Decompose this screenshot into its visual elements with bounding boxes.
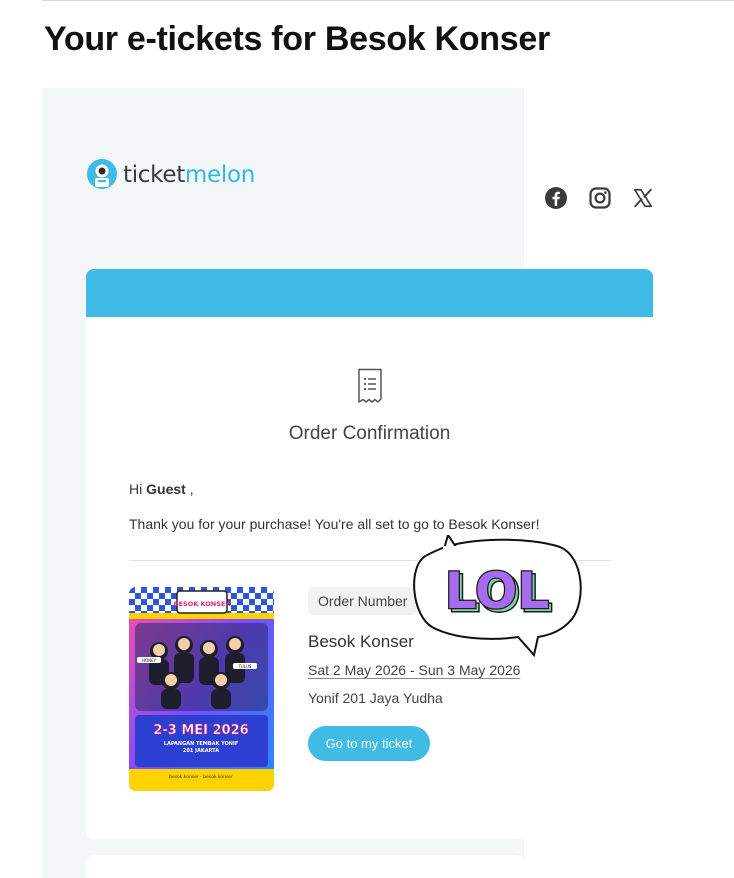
brand-name-part1: ticket [123, 162, 185, 188]
thank-you-message: Thank you for your purchase! You're all … [129, 516, 540, 532]
go-to-ticket-button[interactable]: Go to my ticket [308, 726, 430, 761]
facebook-link[interactable] [543, 185, 569, 211]
poster-venue-line1: LAPANGAN TEMBAK YONIF [164, 741, 238, 747]
greeting-text: Hi Guest , [129, 481, 194, 497]
x-link[interactable] [630, 185, 656, 211]
poster-title: BESOK KONSER [174, 600, 231, 608]
card-header-bar [86, 269, 653, 317]
email-subject-heading: Your e-tickets for Besok Konser [44, 20, 550, 58]
lol-sticker-face: LOL [445, 562, 549, 620]
guest-name: Guest [146, 481, 186, 497]
ticketmelon-logo-icon [87, 159, 117, 189]
event-venue: Yonif 201 Jaya Yudha [308, 690, 443, 706]
lol-speech-bubble-sticker: LOL LOL [413, 535, 582, 658]
event-poster-image[interactable]: BESOK KONSER HONEY TULUS 2-3 MEI 2026 LA… [129, 587, 274, 791]
facebook-icon [545, 187, 567, 209]
greeting-prefix: Hi [129, 481, 147, 497]
poster-footer: besok.konser · besok.konser [169, 774, 233, 780]
brand-name-part2: melon [184, 162, 256, 188]
poster-venue-line2: 201 JAKARTA [183, 748, 219, 754]
poster-dates: 2-3 MEI 2026 [153, 723, 248, 738]
x-icon [633, 188, 653, 208]
greeting-suffix: , [185, 481, 194, 497]
poster-artist-tag: TULUS [238, 664, 252, 669]
instagram-link[interactable] [587, 185, 613, 211]
next-card-edge [86, 855, 524, 878]
brand-logo-link[interactable]: ticketmelon [85, 157, 255, 193]
event-date-link[interactable]: Sat 2 May 2026 - Sun 3 May 2026 [308, 662, 520, 678]
brand-wordmark: ticketmelon [123, 162, 255, 188]
receipt-icon [358, 368, 382, 403]
top-divider [42, 0, 734, 1]
order-number-label: Order Number [308, 587, 418, 615]
event-name: Besok Konser [308, 632, 414, 651]
card-title: Order Confirmation [288, 423, 451, 444]
poster-artist-tag: HONEY [142, 658, 157, 663]
instagram-icon [589, 187, 611, 209]
